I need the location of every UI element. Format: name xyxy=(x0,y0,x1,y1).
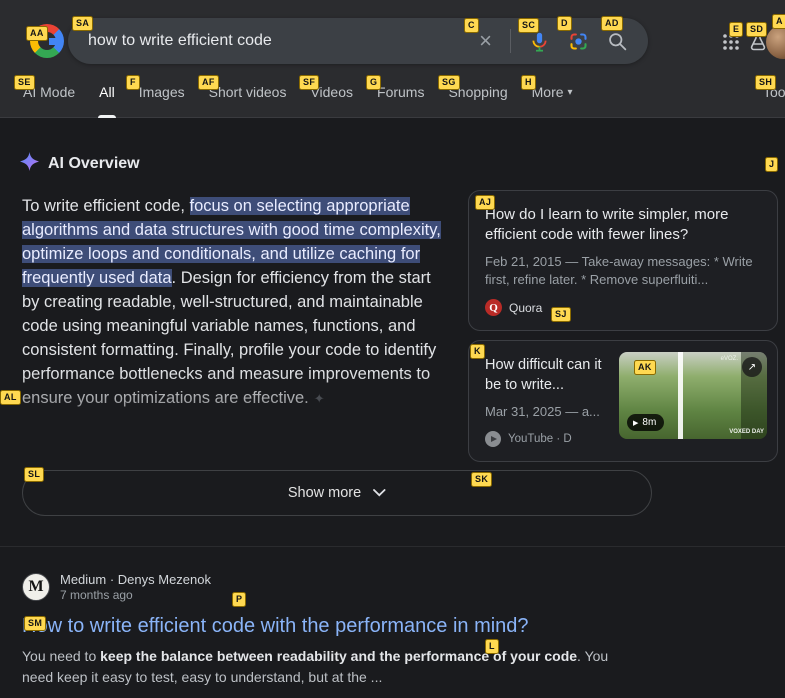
chevron-down-icon xyxy=(373,484,386,502)
section-divider xyxy=(0,546,785,547)
google-logo-bar xyxy=(49,38,63,45)
chevron-down-icon: ▾ xyxy=(568,87,573,98)
search-divider xyxy=(510,29,511,53)
show-more-button[interactable]: Show more xyxy=(22,470,652,516)
thumbnail-watermark-top: eVOZ. xyxy=(721,356,738,362)
clear-icon[interactable]: × xyxy=(479,30,492,52)
result-tabs: AI Mode All Images Short videos Videos F… xyxy=(0,66,785,118)
card-snippet: Mar 31, 2025 — a... xyxy=(485,403,605,421)
hint-label-sd: SD xyxy=(746,22,767,37)
result-source-name: Medium · Denys Mezenok xyxy=(60,572,211,587)
hint-label-sm: SM xyxy=(24,616,46,631)
result-published-date: 7 months ago xyxy=(60,588,211,602)
paragraph-end-sparkle-icon: ✦ xyxy=(314,391,325,406)
hint-label-g: G xyxy=(366,75,381,90)
ai-overview-title: AI Overview xyxy=(48,155,140,173)
video-duration-badge: ▶ 8m xyxy=(627,414,664,431)
hint-label-sa: SA xyxy=(72,16,93,31)
card-snippet: Feb 21, 2015 — Take-away messages: * Wri… xyxy=(485,253,761,289)
hint-label-se: SE xyxy=(14,75,35,90)
hint-label-d: D xyxy=(557,16,572,31)
hint-label-aj: AJ xyxy=(475,195,495,210)
google-search-results-page: how to write efficient code × xyxy=(0,0,785,698)
tab-ai-mode[interactable]: AI Mode xyxy=(22,66,76,118)
hint-label-p: P xyxy=(232,592,246,607)
hint-label-f: F xyxy=(126,75,140,90)
video-duration: 8m xyxy=(642,417,656,428)
hint-label-sl: SL xyxy=(24,467,44,482)
card-source-name: Quora xyxy=(509,301,542,315)
source-card-quora[interactable]: How do I learn to write simpler, more ef… xyxy=(468,190,778,331)
search-submit-icon[interactable] xyxy=(607,31,628,52)
hint-label-a: A xyxy=(772,14,785,29)
hint-label-af: AF xyxy=(198,75,219,90)
result-snippet: You need to keep the balance between rea… xyxy=(22,646,642,688)
tab-shopping[interactable]: Shopping xyxy=(447,66,508,118)
result-source-header[interactable]: M Medium · Denys Mezenok 7 months ago xyxy=(22,572,767,602)
hint-label-sc: SC xyxy=(518,18,539,33)
hint-label-al: AL xyxy=(0,390,21,405)
tab-tools[interactable]: Tools xyxy=(763,66,785,118)
result-title-link[interactable]: How to write efficient code with the per… xyxy=(22,615,529,638)
tab-all[interactable]: All xyxy=(98,66,116,118)
hint-label-c: C xyxy=(464,18,479,33)
ai-overview-header: AI Overview xyxy=(20,152,140,176)
hint-label-e: E xyxy=(729,22,743,37)
youtube-icon xyxy=(485,431,501,447)
hint-label-sg: SG xyxy=(438,75,460,90)
ai-overview-source-cards: How do I learn to write simpler, more ef… xyxy=(468,190,778,462)
microphone-icon[interactable] xyxy=(529,31,550,52)
account-avatar[interactable] xyxy=(766,25,785,59)
thumbnail-watermark-bottom: VOXED DAY xyxy=(729,429,764,435)
search-header: how to write efficient code × xyxy=(0,0,785,118)
search-result: M Medium · Denys Mezenok 7 months ago Ho… xyxy=(22,572,767,688)
tab-videos[interactable]: Videos xyxy=(309,66,354,118)
show-more-label: Show more xyxy=(288,485,361,501)
hint-label-sh: SH xyxy=(755,75,776,90)
tab-more-label: More xyxy=(532,84,564,100)
hint-label-ak: AK xyxy=(634,360,656,375)
hint-label-l: L xyxy=(485,639,499,654)
tab-forums[interactable]: Forums xyxy=(376,66,425,118)
hint-label-ad: AD xyxy=(601,16,623,31)
google-lens-icon[interactable] xyxy=(568,31,589,52)
tab-images[interactable]: Images xyxy=(138,66,186,118)
ai-overview-text: To write efficient code, focus on select… xyxy=(22,194,446,411)
hint-label-sj: SJ xyxy=(551,307,571,322)
hint-label-sf: SF xyxy=(299,75,319,90)
quora-icon: Q xyxy=(485,299,502,316)
tab-more[interactable]: More ▾ xyxy=(531,66,574,118)
hint-label-k: K xyxy=(470,344,485,359)
hint-label-j: J xyxy=(765,157,778,172)
expand-video-icon[interactable]: ↗ xyxy=(742,357,762,377)
card-title: How difficult can it be to write... xyxy=(485,355,605,395)
medium-icon: M xyxy=(22,573,50,601)
search-input[interactable]: how to write efficient code xyxy=(88,32,479,50)
tab-short-videos[interactable]: Short videos xyxy=(208,66,288,118)
card-title: How do I learn to write simpler, more ef… xyxy=(485,205,761,245)
ai-sparkle-icon xyxy=(20,152,39,176)
source-card-youtube[interactable]: How difficult can it be to write... Mar … xyxy=(468,340,778,462)
hint-label-aa: AA xyxy=(26,26,48,41)
card-source-name: YouTube · D xyxy=(508,433,572,445)
thumbnail-pole-detail xyxy=(678,352,683,439)
hint-label-h: H xyxy=(521,75,536,90)
hint-label-sk: SK xyxy=(471,472,492,487)
play-icon: ▶ xyxy=(633,419,638,427)
